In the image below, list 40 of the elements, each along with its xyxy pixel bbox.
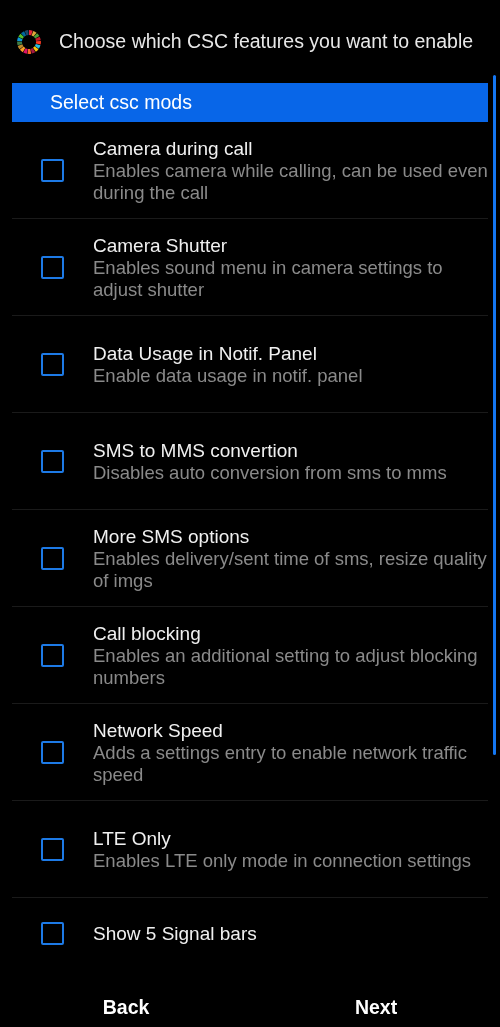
checkbox[interactable] <box>41 449 64 473</box>
option-row[interactable]: Data Usage in Notif. Panel Enable data usage in notif. panel <box>12 316 488 413</box>
header-title: Choose which CSC features you want to enable <box>59 30 474 53</box>
checkbox[interactable] <box>41 352 64 376</box>
ring-logo-icon <box>16 28 42 55</box>
option-title: Camera during call <box>93 136 254 160</box>
checkbox[interactable] <box>41 921 64 945</box>
option-title: SMS to MMS convertion <box>93 438 299 462</box>
option-description: Disables auto conversion from sms to mms <box>93 461 448 484</box>
option-title: Show 5 Signal bars <box>93 921 258 945</box>
option-description: Enables LTE only mode in connection settings <box>93 849 473 872</box>
option-title: Camera Shutter <box>93 233 229 257</box>
option-description: Enable data usage in notif. panel <box>93 364 364 387</box>
option-row[interactable]: LTE Only Enables LTE only mode in connection settings <box>12 801 488 898</box>
option-row[interactable]: Call blocking Enables an additional setting to adjust blocking numbers <box>12 607 488 704</box>
option-description: Adds a settings entry to enable network traffic speed <box>93 741 468 786</box>
option-title: Call blocking <box>93 621 202 645</box>
option-row[interactable]: SMS to MMS convertion Disables auto conversion from sms to mms <box>12 413 488 510</box>
checkbox[interactable] <box>41 255 64 279</box>
option-title: Data Usage in Notif. Panel <box>93 341 318 365</box>
option-row[interactable]: Network Speed Adds a settings entry to enable network traffic speed <box>12 704 488 801</box>
option-description: Enables sound menu in camera settings to adjust shutter <box>93 256 444 301</box>
option-row[interactable]: More SMS options Enables delivery/sent time of sms, resize quality of imgs <box>12 510 488 607</box>
option-row[interactable]: Camera Shutter Enables sound menu in camera settings to adjust shutter <box>12 219 488 316</box>
option-description: Enables delivery/sent time of sms, resize quality of imgs <box>93 547 488 592</box>
checkbox[interactable] <box>41 740 64 764</box>
nav-button[interactable]: Back <box>88 988 164 1027</box>
option-row[interactable]: Show 5 Signal bars <box>12 898 488 968</box>
checkbox[interactable] <box>41 643 64 667</box>
option-row[interactable]: Camera during call Enables camera while calling, can be used even during the call <box>12 122 488 219</box>
option-title: Network Speed <box>93 718 224 742</box>
option-title: LTE Only <box>93 826 172 850</box>
option-title: More SMS options <box>93 524 251 548</box>
section-header: Select csc mods <box>12 83 488 122</box>
nav-button[interactable]: Next <box>340 988 412 1027</box>
option-description: Enables an additional setting to adjust blocking numbers <box>93 644 479 689</box>
checkbox[interactable] <box>41 837 64 861</box>
checkbox[interactable] <box>41 158 64 182</box>
option-description: Enables camera while calling, can be used even during the call <box>93 159 488 204</box>
checkbox[interactable] <box>41 546 64 570</box>
